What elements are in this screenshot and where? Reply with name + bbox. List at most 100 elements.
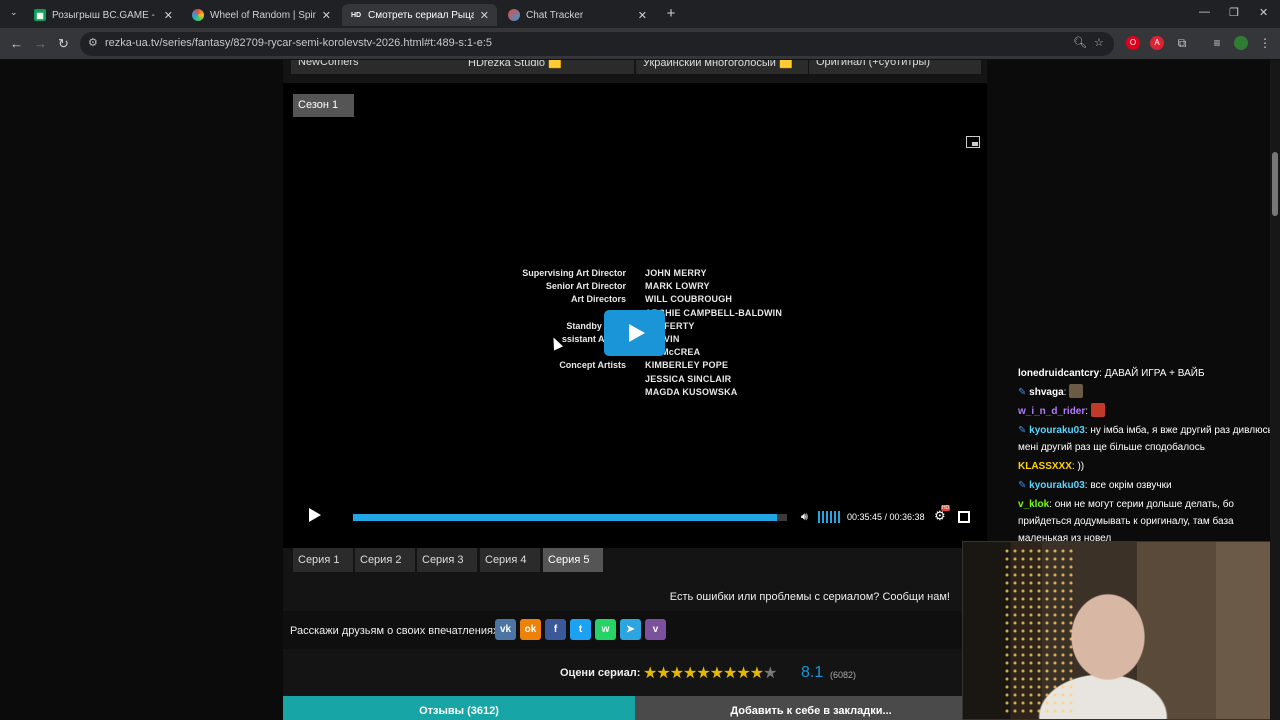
credit-name: ARCHIE CAMPBELL-BALDWIN [645,307,783,318]
reviews-button[interactable]: Отзывы (3612) [283,696,635,720]
tab-rezka[interactable]: HD Смотреть сериал Рыцарь Семи ✕ [342,4,497,26]
telegram-share-icon[interactable]: ➤ [620,619,641,640]
credit-name: JESSICA SINCLAIR [645,373,732,384]
play-icon[interactable] [309,508,321,522]
episode-3[interactable]: Серия 3 [417,548,477,572]
emote-icon [1069,384,1084,398]
media-icon[interactable]: ≡ [1210,36,1224,50]
credit-name: WILL COUBROUGH [645,294,733,305]
viber-share-icon[interactable]: v [645,619,666,640]
volume-slider[interactable] [818,511,840,523]
page-scrollbar[interactable] [1270,60,1280,720]
minimize-icon[interactable]: — [1199,6,1210,18]
share-bar: Расскажи друзьям о своих впечатлениях: v… [283,611,987,649]
credit-name: JOHN MERRY [645,268,707,278]
chat-message: lonedruidcantcry: ДАВАЙ ИГРА + ВАЙБ [1018,365,1280,382]
chat-username[interactable]: w_i_n_d_rider [1018,406,1085,417]
scrollbar-thumb[interactable] [1272,152,1278,216]
chat-username[interactable]: v_klok [1018,499,1049,510]
tab-sheets[interactable]: ▦ Розыгрыш BC.GAME - Google ✕ [26,4,181,26]
star-icon[interactable]: ★ [723,665,737,682]
star-icon[interactable]: ★ [763,665,777,682]
wheel-icon [192,9,204,21]
chat-message: v_klok: они не могут серии дольше делать… [1018,496,1280,547]
page: NewComers HDrezka Studio 🟨 Украинский мн… [0,60,1280,720]
url-field[interactable]: ⚙ rezka-ua.tv/series/fantasy/82709-rycar… [80,32,1114,56]
tab-title: Chat Tracker [526,9,584,21]
report-error-link[interactable]: Есть ошибки или проблемы с сериалом? Соо… [670,591,950,603]
back-icon[interactable]: ← [10,36,23,51]
season-tab[interactable]: Сезон 1 [293,94,354,117]
opera-icon[interactable]: O [1126,36,1140,50]
bookmark-button[interactable]: Добавить к себе в закладки... [635,696,987,720]
chat-username[interactable]: KLASSXXX [1018,461,1072,472]
settings-gear-icon[interactable]: ⚙ HD [934,505,951,524]
close-icon[interactable]: ✕ [164,9,173,22]
address-bar-row: ← → ↻ ⚙ rezka-ua.tv/series/fantasy/82709… [0,28,1280,60]
profile-avatar[interactable] [1234,36,1248,50]
site-info-icon[interactable]: ⚙ [88,36,98,49]
episode-5[interactable]: Серия 5 [543,548,603,572]
tab-search-icon[interactable]: ⌄ [10,7,18,18]
star-icon[interactable]: ★ [683,665,697,682]
credit-name: KIMBERLEY POPE [645,360,729,371]
big-play-button[interactable] [604,310,665,356]
episode-1[interactable]: Серия 1 [293,548,353,572]
vk-share-icon[interactable]: vk [495,619,516,640]
star-icon[interactable]: ★ [736,665,750,682]
window-close-icon[interactable]: ✕ [1259,6,1268,19]
episode-4[interactable]: Серия 4 [480,548,540,572]
video-player[interactable]: Сезон 1 Supervising Art Director Senior A… [283,83,987,548]
chat-text: : все окрім озвучки [1084,480,1172,491]
adblock-icon[interactable]: A [1150,36,1164,50]
rating-label: Оцени сериал: [560,667,641,679]
whatsapp-share-icon[interactable]: w [595,619,616,640]
star-icon[interactable]: ★ [670,665,684,682]
ok-share-icon[interactable]: ok [520,619,541,640]
star-rating[interactable]: ★★★★★★★★★★ [643,663,777,683]
chat-username[interactable]: kyouraku03 [1029,425,1085,436]
credit-role [483,386,626,399]
tab-chat-tracker[interactable]: Chat Tracker ✕ [500,4,655,26]
twitter-share-icon[interactable]: t [570,619,591,640]
episode-2[interactable]: Серия 2 [355,548,415,572]
close-icon[interactable]: ✕ [480,9,489,22]
close-icon[interactable]: ✕ [638,9,647,22]
tab-wheel[interactable]: Wheel of Random | Spin to De ✕ [184,4,339,26]
credit-name: GALVIN [645,333,805,346]
translator-newcomers[interactable]: NewComers [291,60,461,74]
menu-icon[interactable]: ⋮ [1258,36,1272,50]
close-icon[interactable]: ✕ [322,9,331,22]
star-icon[interactable]: ★ [643,665,657,682]
pen-badge-icon: ✎ [1018,425,1030,436]
content-column: NewComers HDrezka Studio 🟨 Украинский мн… [283,60,987,720]
tab-title: Смотреть сериал Рыцарь Семи [368,9,474,21]
zoom-icon[interactable]: 🔍︎ [1073,36,1087,49]
translator-original[interactable]: Оригинал (+субтитры) [809,60,981,74]
translator-hdrezka[interactable]: HDrezka Studio 🟨 [461,60,634,74]
chat-username[interactable]: kyouraku03 [1029,480,1085,491]
reload-icon[interactable]: ↻ [58,36,69,52]
star-icon[interactable]: ★ [696,665,710,682]
progress-fill [353,514,777,521]
new-tab-button[interactable]: + [662,5,680,23]
star-icon[interactable]: ★ [656,665,670,682]
chat-username[interactable]: lonedruidcantcry [1018,368,1099,379]
chat-message: w_i_n_d_rider: [1018,403,1280,420]
chat-username[interactable]: shvaga [1029,387,1063,398]
extensions-icon[interactable]: ⧉ [1175,36,1189,50]
progress-bar[interactable] [353,514,787,521]
bookmark-star-icon[interactable]: ☆ [1094,36,1104,49]
translator-ukrainian[interactable]: Украинский многоголосый 🟨 [636,60,808,74]
restore-icon[interactable]: ❐ [1229,6,1239,19]
fullscreen-icon[interactable] [958,511,970,523]
volume-icon[interactable]: 🔊︎ [801,511,815,523]
star-icon[interactable]: ★ [750,665,764,682]
star-icon[interactable]: ★ [710,665,724,682]
time-display: 00:35:45 / 00:36:38 [847,512,925,522]
facebook-share-icon[interactable]: f [545,619,566,640]
forward-icon[interactable]: → [34,36,47,51]
credit-role: Supervising Art Director [522,268,626,278]
picture-in-picture-icon[interactable] [966,136,980,148]
rating-votes: (6082) [830,670,857,680]
